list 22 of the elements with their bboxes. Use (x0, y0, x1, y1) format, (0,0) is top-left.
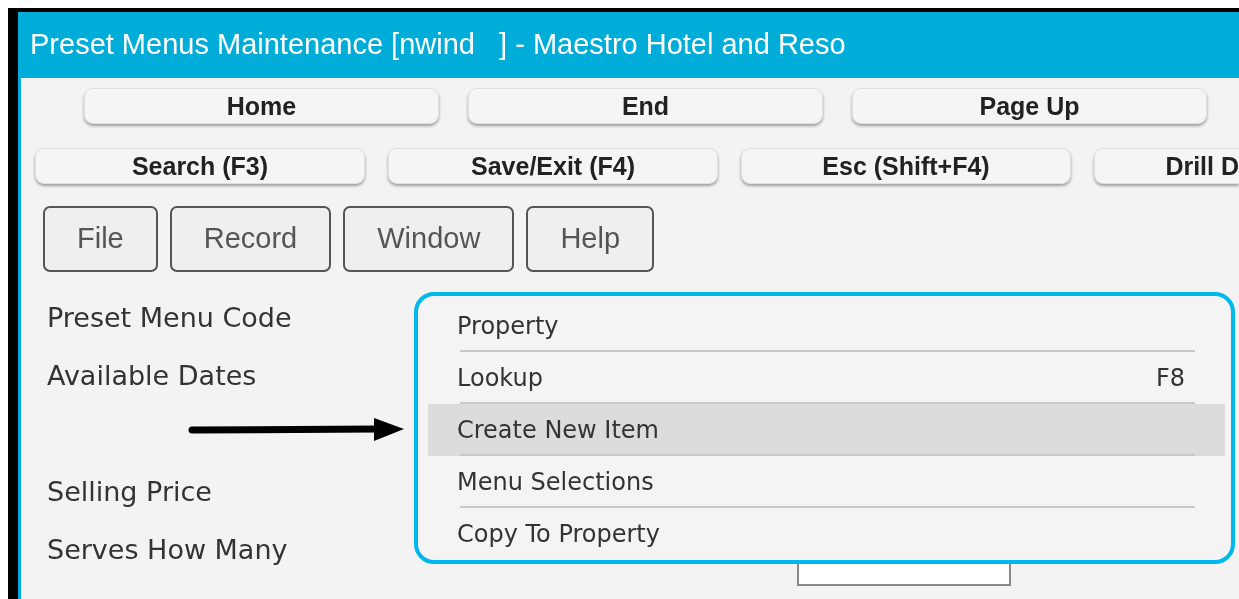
menu-item[interactable]: Copy To Property (428, 508, 1225, 560)
menu-item[interactable]: Property (428, 300, 1225, 352)
field-label: Serves How Many (47, 533, 288, 567)
menu-item[interactable]: Lookup F8 (428, 352, 1225, 404)
action-button[interactable]: Drill D (1094, 148, 1239, 184)
window-title: Preset Menus Maintenance [nwind ] - Maestro Hotel and Reso (18, 12, 1239, 78)
menu-button[interactable]: Window (343, 206, 515, 272)
menu-button[interactable]: Help (526, 206, 655, 272)
nav-button[interactable]: Home (84, 88, 439, 124)
menu-item[interactable]: Menu Selections (428, 456, 1225, 508)
nav-button[interactable]: Page Up (852, 88, 1207, 124)
menu-item[interactable]: Create New Item (428, 404, 1225, 456)
menu-button[interactable]: File (43, 206, 158, 272)
shortcut-label: F8 (1155, 363, 1185, 394)
field-label: Selling Price (47, 475, 212, 509)
menu-button[interactable]: Record (169, 206, 332, 272)
field-label: Preset Menu Code (47, 301, 292, 335)
field-label: Available Dates (47, 359, 257, 393)
action-button[interactable]: Esc (Shift+F4) (741, 148, 1071, 184)
action-button[interactable]: Save/Exit (F4) (388, 148, 718, 184)
nav-button[interactable]: End (468, 88, 823, 124)
action-button[interactable]: Search (F3) (35, 148, 365, 184)
